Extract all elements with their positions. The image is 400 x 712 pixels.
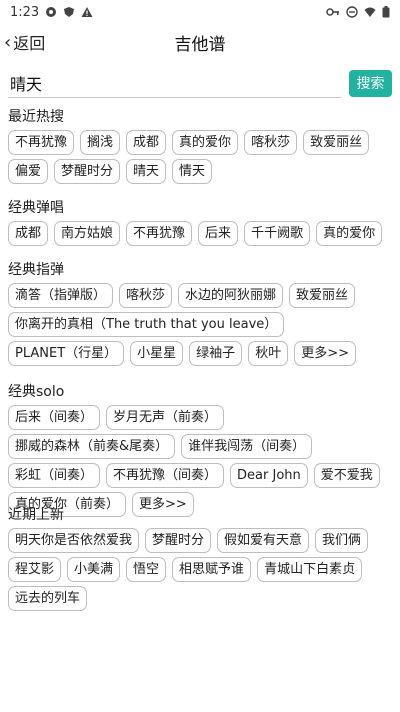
tag-item[interactable]: 梦醒时分 bbox=[54, 159, 121, 184]
tag-item[interactable]: 真的爱你 bbox=[172, 130, 239, 155]
tag-item[interactable]: 搁浅 bbox=[80, 130, 121, 155]
section-classic-fingerstyle: 经典指弹 滴答（指弹版） 喀秋莎 水边的阿狄丽娜 致爱丽丝 你离开的真相（The… bbox=[8, 259, 392, 366]
tag-item[interactable]: 成都 bbox=[126, 130, 167, 155]
section-recent-hot-searches: 最近热搜 不再犹豫 搁浅 成都 真的爱你 喀秋莎 致爱丽丝 偏爱 梦醒时分 晴天… bbox=[8, 106, 392, 184]
tag-item[interactable]: 不再犹豫（间奏） bbox=[106, 463, 225, 488]
back-button[interactable]: ‹ 返回 bbox=[4, 24, 45, 60]
tag-item[interactable]: 喀秋莎 bbox=[244, 130, 298, 155]
settings-icon bbox=[46, 7, 57, 17]
tag-item[interactable]: 晴天 bbox=[126, 159, 167, 184]
tag-list: 不再犹豫 搁浅 成都 真的爱你 喀秋莎 致爱丽丝 偏爱 梦醒时分 晴天 情天 bbox=[8, 130, 392, 184]
tag-item[interactable]: PLANET（行星） bbox=[8, 341, 125, 366]
search-row: 搜索 bbox=[8, 68, 392, 98]
tag-item[interactable]: 喀秋莎 bbox=[119, 283, 173, 308]
tag-item[interactable]: 彩虹（间奏） bbox=[8, 463, 101, 488]
status-bar: 1:23 bbox=[0, 0, 400, 24]
section-recently-added: 近期上新 明天你是否依然爱我 梦醒时分 假如爱有天意 我们俩 程艾影 小美满 悟… bbox=[8, 504, 392, 611]
tag-item[interactable]: 后来（间奏） bbox=[8, 405, 101, 430]
key-icon bbox=[326, 8, 339, 16]
tag-item[interactable]: 明天你是否依然爱我 bbox=[8, 528, 140, 553]
tag-item[interactable]: 小星星 bbox=[130, 341, 184, 366]
tag-item[interactable]: 偏爱 bbox=[8, 159, 49, 184]
tag-item[interactable]: 相思赋予谁 bbox=[172, 557, 252, 582]
tag-list: 明天你是否依然爱我 梦醒时分 假如爱有天意 我们俩 程艾影 小美满 悟空 相思赋… bbox=[8, 528, 392, 611]
tag-item[interactable]: 水边的阿狄丽娜 bbox=[178, 283, 284, 308]
tag-item[interactable]: 假如爱有天意 bbox=[217, 528, 310, 553]
tag-item[interactable]: 青城山下白素贞 bbox=[257, 557, 363, 582]
tag-list: 成都 南方姑娘 不再犹豫 后来 千千阙歌 真的爱你 bbox=[8, 221, 392, 246]
tag-item[interactable]: 远去的列车 bbox=[8, 586, 88, 611]
chevron-left-icon: ‹ bbox=[4, 31, 12, 53]
section-classic-solo: 经典solo 后来（间奏） 岁月无声（前奏） 挪威的森林（前奏&尾奏） 谁伴我闯… bbox=[8, 381, 392, 517]
tag-item[interactable]: 你离开的真相（The truth that you leave） bbox=[8, 312, 285, 337]
tag-item[interactable]: 绿袖子 bbox=[189, 341, 243, 366]
dnd-icon bbox=[346, 6, 358, 18]
tag-item[interactable]: 程艾影 bbox=[8, 557, 62, 582]
search-button[interactable]: 搜索 bbox=[349, 69, 392, 97]
tag-item[interactable]: 秋叶 bbox=[248, 341, 289, 366]
tag-list: 后来（间奏） 岁月无声（前奏） 挪威的森林（前奏&尾奏） 谁伴我闯荡（间奏） 彩… bbox=[8, 405, 392, 517]
title-bar: ‹ 返回 吉他谱 bbox=[0, 24, 400, 60]
tag-item[interactable]: 岁月无声（前奏） bbox=[106, 405, 225, 430]
tag-item[interactable]: 情天 bbox=[172, 159, 213, 184]
tag-item[interactable]: 悟空 bbox=[126, 557, 167, 582]
page-title: 吉他谱 bbox=[174, 34, 226, 55]
section-title: 近期上新 bbox=[8, 507, 64, 523]
section-title: 最近热搜 bbox=[8, 109, 64, 125]
section-title: 经典solo bbox=[8, 384, 65, 400]
tag-item[interactable]: 不再犹豫 bbox=[126, 221, 193, 246]
tag-item[interactable]: 致爱丽丝 bbox=[289, 283, 356, 308]
back-label: 返回 bbox=[13, 34, 46, 53]
tag-item[interactable]: 滴答（指弹版） bbox=[8, 283, 114, 308]
tag-item[interactable]: 梦醒时分 bbox=[145, 528, 212, 553]
battery-icon bbox=[382, 6, 390, 18]
tag-item[interactable]: Dear John bbox=[230, 463, 308, 488]
tag-item[interactable]: 挪威的森林（前奏&尾奏） bbox=[8, 434, 176, 459]
warning-icon bbox=[81, 7, 93, 17]
tag-item[interactable]: 后来 bbox=[198, 221, 239, 246]
tag-item[interactable]: 南方姑娘 bbox=[54, 221, 121, 246]
status-time: 1:23 bbox=[10, 4, 40, 20]
tag-item[interactable]: 谁伴我闯荡（间奏） bbox=[181, 434, 313, 459]
more-link[interactable]: 更多>> bbox=[294, 341, 356, 366]
tag-item[interactable]: 爱不爱我 bbox=[313, 463, 380, 488]
tag-item[interactable]: 小美满 bbox=[67, 557, 121, 582]
section-title: 经典指弹 bbox=[8, 262, 64, 278]
wifi-icon bbox=[364, 7, 376, 18]
shield-icon bbox=[64, 7, 75, 17]
tag-item[interactable]: 我们俩 bbox=[315, 528, 369, 553]
tag-item[interactable]: 致爱丽丝 bbox=[303, 130, 370, 155]
section-title: 经典弹唱 bbox=[8, 200, 64, 216]
tag-list: 滴答（指弹版） 喀秋莎 水边的阿狄丽娜 致爱丽丝 你离开的真相（The trut… bbox=[8, 283, 392, 366]
tag-item[interactable]: 真的爱你 bbox=[316, 221, 383, 246]
tag-item[interactable]: 千千阙歌 bbox=[244, 221, 311, 246]
tag-item[interactable]: 不再犹豫 bbox=[8, 130, 75, 155]
tag-item[interactable]: 成都 bbox=[8, 221, 49, 246]
section-classic-strumming: 经典弹唱 成都 南方姑娘 不再犹豫 后来 千千阙歌 真的爱你 bbox=[8, 197, 392, 246]
search-input[interactable] bbox=[8, 68, 341, 98]
